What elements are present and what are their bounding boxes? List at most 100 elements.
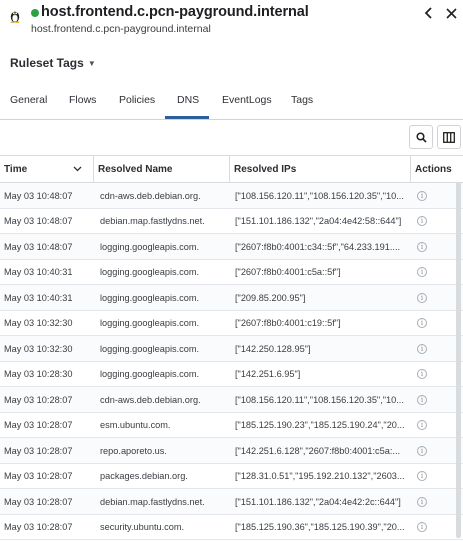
table-row[interactable]: May 03 10:28:07 repo.aporeto.us. ["142.251… (0, 438, 463, 464)
ruleset-tags-label: Ruleset Tags (10, 56, 84, 70)
cell-resolved-ips: ["151.101.186.132","2a04:4e42:58::644"] (235, 216, 402, 226)
cell-resolved-ips: ["142.251.6.95"] (235, 369, 301, 379)
column-header-resolved-ips[interactable]: Resolved IPs (229, 156, 410, 183)
table-row[interactable]: May 03 10:28:07 esm.ubuntu.com. ["185.125.… (0, 413, 463, 438)
table-row[interactable]: May 03 10:28:07 security.ubuntu.com. ["185… (0, 515, 463, 540)
chevron-down-icon: ▼ (87, 59, 96, 68)
close-icon (445, 7, 457, 19)
column-header-resolved-name[interactable]: Resolved Name (93, 156, 229, 183)
cell-resolved-ips: ["2607:f8b0:4001:c19::5f"] (235, 318, 341, 328)
cell-time: May 03 10:28:07 (4, 394, 73, 405)
cell-resolved-name: logging.googleapis.com. (100, 267, 200, 277)
search-button[interactable] (409, 125, 433, 149)
table-row[interactable]: May 03 10:40:31 logging.googleapis.com. ["… (0, 285, 463, 311)
tab-tags[interactable]: Tags (291, 94, 313, 106)
info-icon[interactable]: i (417, 267, 427, 277)
cell-resolved-name: logging.googleapis.com. (100, 318, 200, 328)
active-tab-indicator (165, 116, 209, 119)
cell-time: May 03 10:32:30 (4, 343, 73, 354)
info-icon[interactable]: i (417, 369, 427, 379)
info-icon[interactable]: i (417, 318, 427, 328)
info-icon[interactable]: i (417, 496, 427, 507)
table-row[interactable]: May 03 10:28:30 logging.googleapis.com. ["… (0, 362, 463, 387)
tab-policies[interactable]: Policies (119, 94, 155, 106)
tab-flows[interactable]: Flows (69, 94, 96, 106)
table-row[interactable]: May 03 10:48:07 logging.googleapis.com. ["… (0, 234, 463, 260)
cell-resolved-ips: ["108.156.120.11","108.156.120.35","10..… (235, 394, 404, 405)
cell-time: May 03 10:32:30 (4, 318, 73, 328)
cell-time: May 03 10:40:31 (4, 267, 73, 277)
table-row[interactable]: May 03 10:28:07 cdn-aws.deb.debian.org. ["… (0, 387, 463, 413)
info-icon[interactable]: i (417, 522, 427, 532)
cell-resolved-name: security.ubuntu.com. (100, 522, 185, 532)
cell-resolved-name: repo.aporeto.us. (100, 445, 167, 456)
tab-eventlogs[interactable]: EventLogs (222, 94, 272, 106)
back-button[interactable] (420, 4, 438, 22)
cell-time: May 03 10:28:07 (4, 420, 73, 430)
info-icon[interactable]: i (417, 292, 427, 303)
cell-time: May 03 10:48:07 (4, 216, 73, 226)
chevron-left-icon (424, 7, 432, 19)
column-header-actions: Actions (410, 156, 463, 183)
info-icon[interactable]: i (417, 471, 427, 481)
tab-general[interactable]: General (10, 94, 47, 106)
cell-time: May 03 10:28:07 (4, 496, 73, 507)
tab-bar: General Flows Policies DNS EventLogs Tag… (0, 88, 463, 120)
column-header-time[interactable]: Time (0, 156, 93, 183)
cell-resolved-ips: ["151.101.186.132","2a04:4e42:2c::644"] (235, 496, 401, 507)
close-button[interactable] (442, 4, 460, 22)
cell-resolved-name: logging.googleapis.com. (100, 292, 200, 303)
info-icon[interactable]: i (417, 420, 427, 430)
cell-resolved-ips: ["209.85.200.95"] (235, 292, 306, 303)
table-row[interactable]: May 03 10:40:31 logging.googleapis.com. ["… (0, 260, 463, 285)
columns-icon (443, 131, 455, 143)
table-header: Time Resolved Name Resolved IPs Actions (0, 156, 463, 183)
cell-time: May 03 10:48:07 (4, 190, 73, 201)
table-scrollbar[interactable] (456, 182, 461, 538)
table-row[interactable]: May 03 10:32:30 logging.googleapis.com. ["… (0, 311, 463, 336)
cell-resolved-name: cdn-aws.deb.debian.org. (100, 394, 201, 405)
cell-resolved-ips: ["2607:f8b0:4001:c5a::5f"] (235, 267, 341, 277)
tab-dns[interactable]: DNS (177, 94, 199, 106)
host-subtitle: host.frontend.c.pcn-payground.internal (31, 23, 211, 35)
cell-resolved-ips: ["142.250.128.95"] (235, 343, 311, 354)
cell-resolved-name: esm.ubuntu.com. (100, 420, 171, 430)
info-icon[interactable]: i (417, 394, 427, 405)
cell-resolved-name: debian.map.fastlydns.net. (100, 496, 205, 507)
host-header: host.frontend.c.pcn-payground.internal h… (0, 0, 463, 44)
cell-time: May 03 10:28:07 (4, 471, 73, 481)
cell-resolved-name: cdn-aws.deb.debian.org. (100, 190, 201, 201)
cell-time: May 03 10:48:07 (4, 241, 73, 252)
cell-resolved-ips: ["142.251.6.128","2607:f8b0:4001:c5a:... (235, 445, 401, 456)
status-dot-icon (31, 9, 39, 17)
host-title: host.frontend.c.pcn-payground.internal (41, 4, 309, 20)
info-icon[interactable]: i (417, 190, 427, 201)
columns-button[interactable] (437, 125, 461, 149)
table-row[interactable]: May 03 10:28:07 packages.debian.org. ["128… (0, 464, 463, 489)
table-row[interactable]: May 03 10:32:30 logging.googleapis.com. ["… (0, 336, 463, 362)
cell-resolved-ips: ["108.156.120.11","108.156.120.35","10..… (235, 190, 404, 201)
info-icon[interactable]: i (417, 241, 427, 252)
cell-resolved-ips: ["185.125.190.36","185.125.190.39","20..… (235, 522, 405, 532)
sort-chevron-down-icon[interactable] (73, 166, 82, 172)
cell-resolved-ips: ["2607:f8b0:4001:c34::5f","64.233.191...… (235, 241, 401, 252)
info-icon[interactable]: i (417, 445, 427, 456)
info-icon[interactable]: i (417, 216, 427, 226)
ruleset-tags-toggle[interactable]: Ruleset Tags ▼ (10, 56, 96, 70)
cell-time: May 03 10:28:07 (4, 522, 73, 532)
cell-resolved-name: logging.googleapis.com. (100, 343, 200, 354)
cell-time: May 03 10:28:30 (4, 369, 73, 379)
cell-resolved-ips: ["185.125.190.23","185.125.190.24","20..… (235, 420, 405, 430)
table-body: May 03 10:48:07 cdn-aws.deb.debian.org. ["… (0, 183, 463, 540)
cell-time: May 03 10:40:31 (4, 292, 73, 303)
cell-time: May 03 10:28:07 (4, 445, 73, 456)
table-row[interactable]: May 03 10:28:07 debian.map.fastlydns.net.… (0, 489, 463, 515)
table-row[interactable]: May 03 10:48:07 debian.map.fastlydns.net.… (0, 209, 463, 234)
linux-penguin-icon (10, 11, 20, 23)
cell-resolved-ips: ["128.31.0.51","195.192.210.132","2603..… (235, 471, 405, 481)
info-icon[interactable]: i (417, 343, 427, 354)
cell-resolved-name: logging.googleapis.com. (100, 241, 200, 252)
table-row[interactable]: May 03 10:48:07 cdn-aws.deb.debian.org. ["… (0, 183, 463, 209)
dns-table: Time Resolved Name Resolved IPs Actions … (0, 155, 463, 540)
search-icon (415, 131, 427, 143)
